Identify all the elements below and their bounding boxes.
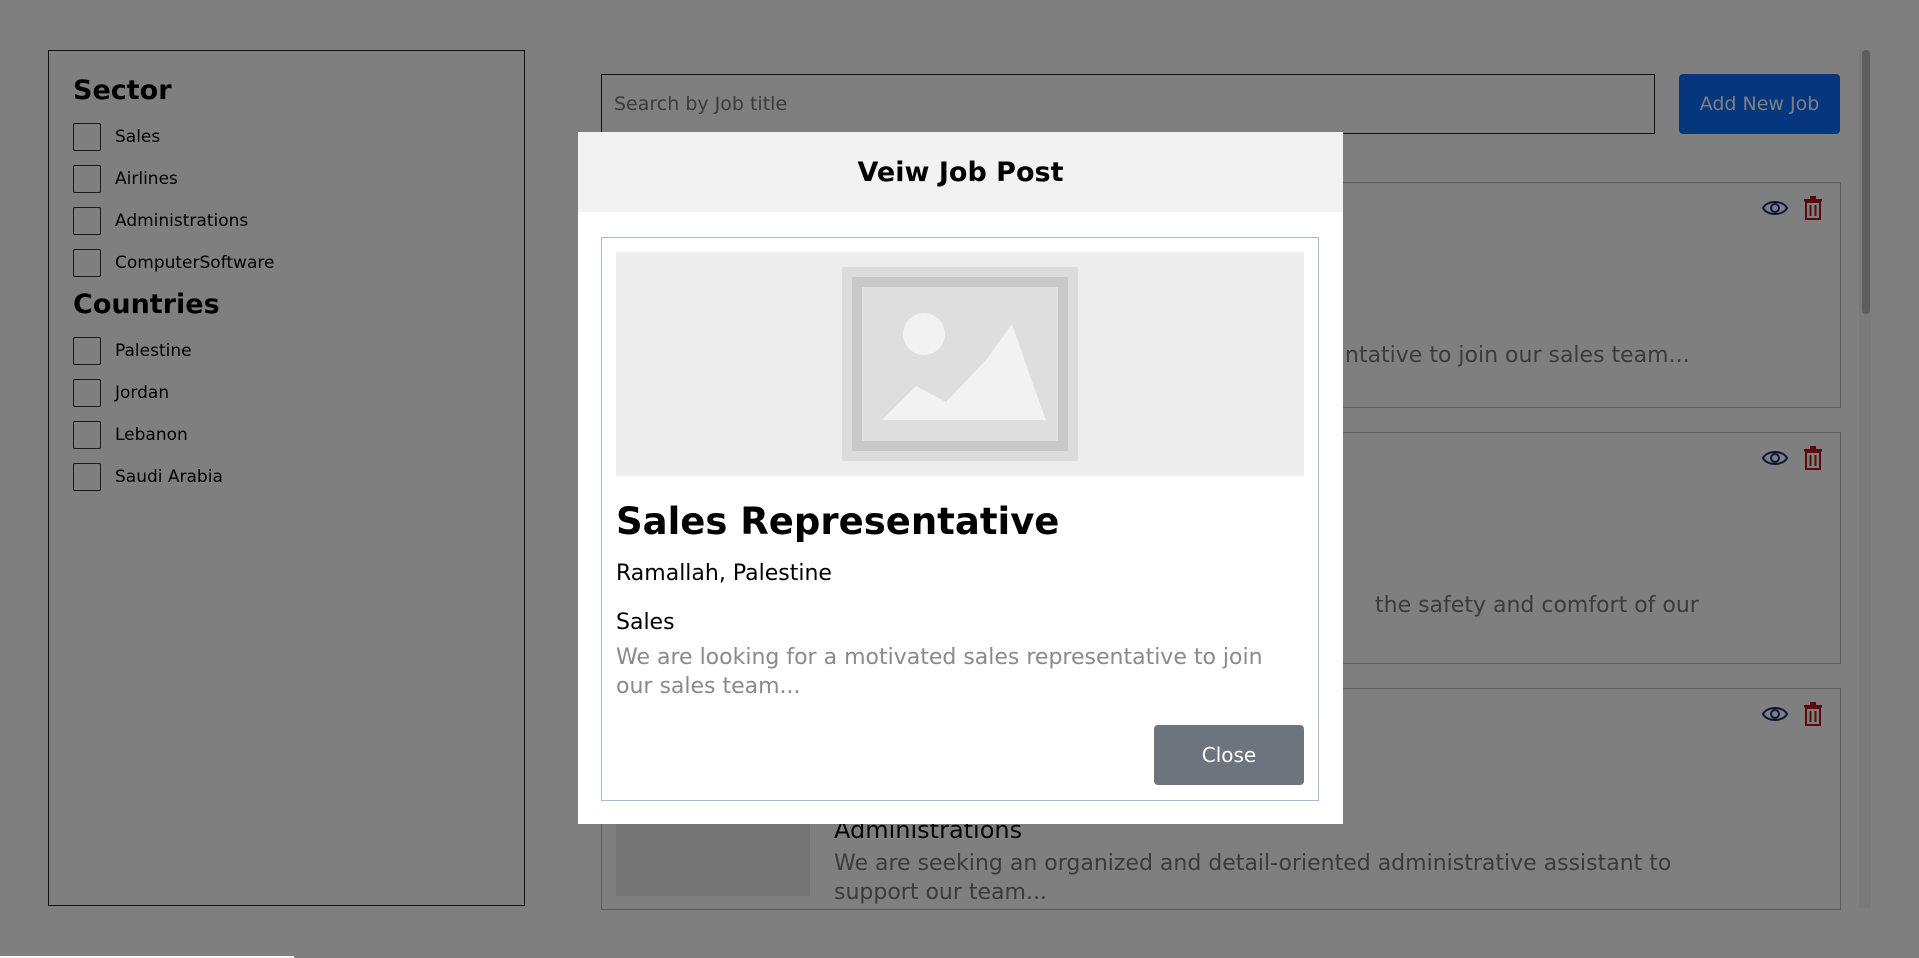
close-button[interactable]: Close (1154, 725, 1304, 785)
image-placeholder-icon (616, 252, 1304, 476)
job-image (616, 252, 1304, 476)
job-board-page: Sector Sales Airlines Administrations Co… (0, 0, 1919, 958)
job-description: We are looking for a motivated sales rep… (616, 645, 1263, 699)
job-title: Sales Representative (616, 500, 1060, 543)
job-location: Ramallah, Palestine (616, 561, 832, 586)
job-post-card: Sales Representative Ramallah, Palestine… (601, 237, 1319, 801)
job-sector: Sales (616, 610, 675, 635)
modal-header: Veiw Job Post (578, 132, 1343, 212)
view-job-modal: Veiw Job Post Sales Representative Ramal… (578, 132, 1343, 824)
modal-title: Veiw Job Post (857, 156, 1064, 188)
